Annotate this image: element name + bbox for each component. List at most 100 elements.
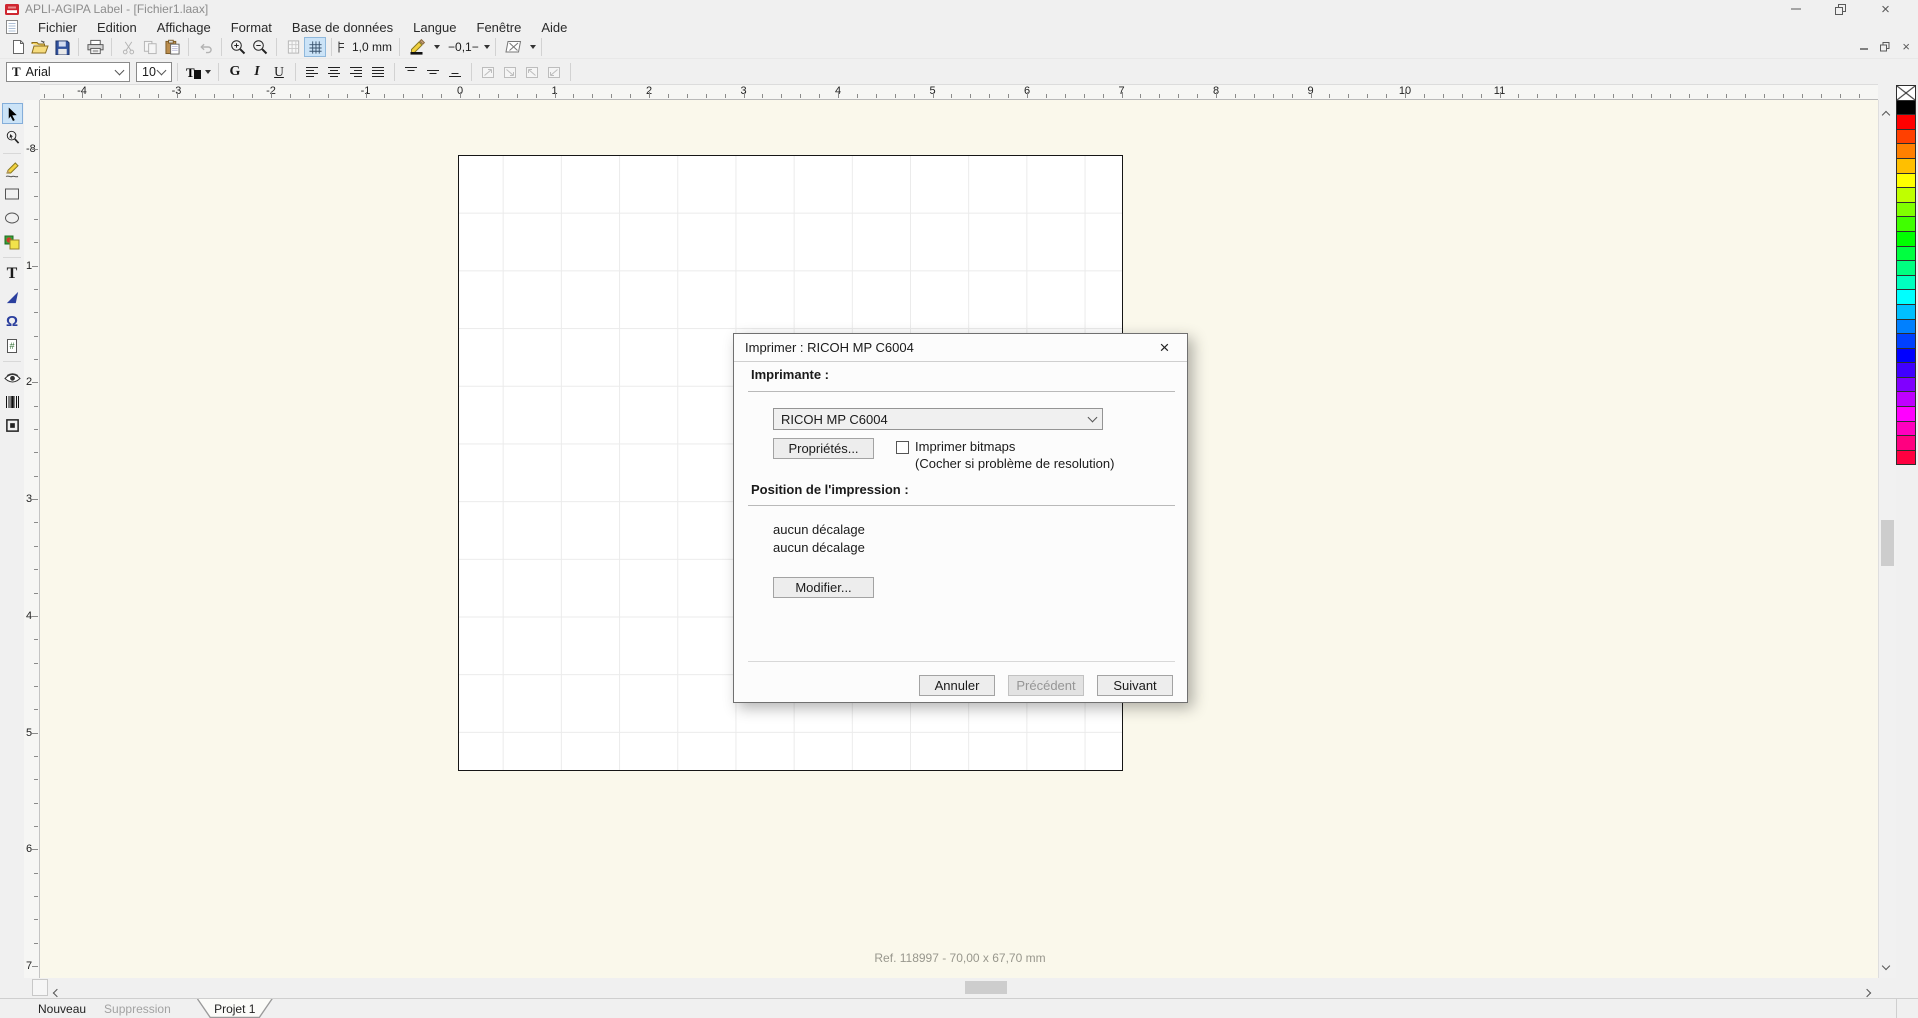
color-swatch[interactable]: [1896, 333, 1916, 349]
rotate-text-90-button[interactable]: [499, 62, 521, 82]
dialog-title-bar[interactable]: Imprimer : RICOH MP C6004 ×: [734, 334, 1187, 362]
text-tool[interactable]: T: [2, 263, 23, 284]
color-swatch[interactable]: [1896, 216, 1916, 232]
rotate-text-270-button[interactable]: [543, 62, 565, 82]
color-swatch[interactable]: [1896, 319, 1916, 335]
printer-select[interactable]: RICOH MP C6004: [773, 408, 1103, 430]
copy-button[interactable]: [139, 37, 161, 57]
ellipse-tool[interactable]: [2, 207, 23, 228]
menu-item-fenetre[interactable]: Fenêtre: [467, 20, 532, 35]
bold-button[interactable]: G: [224, 62, 246, 82]
minimize-button[interactable]: [1773, 1, 1818, 17]
cut-button[interactable]: [117, 37, 139, 57]
align-justify-button[interactable]: [367, 62, 389, 82]
fill-color-button[interactable]: [501, 37, 527, 57]
color-swatch-transparent[interactable]: [1896, 85, 1916, 101]
tab-suppression[interactable]: Suppression: [104, 1002, 171, 1016]
color-swatch[interactable]: [1896, 114, 1916, 130]
rectangle-tool[interactable]: [2, 183, 23, 204]
modify-button[interactable]: Modifier...: [773, 577, 874, 598]
valign-top-button[interactable]: [400, 62, 422, 82]
tab-nouveau[interactable]: Nouveau: [38, 1002, 86, 1016]
scroll-right-icon[interactable]: [1864, 984, 1870, 999]
wordart-tool[interactable]: [2, 287, 23, 308]
color-swatch[interactable]: [1896, 275, 1916, 291]
color-swatch[interactable]: [1896, 129, 1916, 145]
color-swatch[interactable]: [1896, 187, 1916, 203]
font-family-select[interactable]: T Arial: [6, 62, 130, 82]
underline-button[interactable]: U: [268, 62, 290, 82]
save-button[interactable]: [51, 37, 73, 57]
color-swatch[interactable]: [1896, 362, 1916, 378]
color-swatch[interactable]: [1896, 391, 1916, 407]
bitmap-checkbox[interactable]: [896, 441, 909, 454]
color-swatch[interactable]: [1896, 348, 1916, 364]
restore-button[interactable]: [1818, 1, 1863, 17]
color-swatch[interactable]: [1896, 289, 1916, 305]
line-width-dropdown-icon[interactable]: [484, 45, 490, 49]
color-swatch[interactable]: [1896, 450, 1916, 466]
color-swatch[interactable]: [1896, 406, 1916, 422]
counter-tool[interactable]: #: [2, 335, 23, 356]
document-icon[interactable]: [6, 20, 18, 34]
menu-item-aide[interactable]: Aide: [531, 20, 577, 35]
zoom-out-button[interactable]: [249, 37, 271, 57]
close-button[interactable]: ×: [1863, 1, 1908, 17]
color-swatch[interactable]: [1896, 260, 1916, 276]
color-swatch[interactable]: [1896, 173, 1916, 189]
rotate-text-180-button[interactable]: [521, 62, 543, 82]
clipart-tool[interactable]: [2, 231, 23, 252]
line-color-button[interactable]: [405, 37, 431, 57]
frame-tool[interactable]: [2, 415, 23, 436]
dialog-close-button[interactable]: ×: [1142, 334, 1187, 361]
grid-toggle-button[interactable]: [304, 37, 326, 57]
undo-button[interactable]: [194, 37, 216, 57]
symbol-tool[interactable]: Ω: [2, 311, 23, 332]
font-size-select[interactable]: 10: [136, 62, 172, 82]
preview-tool[interactable]: [2, 367, 23, 388]
bitmap-checkbox-label[interactable]: Imprimer bitmaps: [915, 439, 1015, 454]
color-swatch[interactable]: [1896, 421, 1916, 437]
scroll-down-icon[interactable]: [1883, 957, 1889, 972]
valign-bottom-button[interactable]: [444, 62, 466, 82]
menu-item-affichage[interactable]: Affichage: [147, 20, 221, 35]
italic-button[interactable]: I: [246, 62, 268, 82]
scroll-left-icon[interactable]: [54, 984, 60, 999]
fill-color-dropdown-icon[interactable]: [530, 45, 536, 49]
title-bar[interactable]: APLI-AGIPA Label - [Fichier1.laax] ×: [0, 0, 1918, 18]
color-swatch[interactable]: [1896, 100, 1916, 116]
rotate-text-0-button[interactable]: [477, 62, 499, 82]
font-color-button[interactable]: T: [183, 62, 213, 82]
menu-item-langue[interactable]: Langue: [403, 20, 466, 35]
menu-item-format[interactable]: Format: [221, 20, 282, 35]
align-right-button[interactable]: [345, 62, 367, 82]
color-swatch[interactable]: [1896, 246, 1916, 262]
color-swatch[interactable]: [1896, 377, 1916, 393]
zoom-tool[interactable]: [2, 127, 23, 148]
color-swatch[interactable]: [1896, 435, 1916, 451]
menu-item-fichier[interactable]: Fichier: [28, 20, 87, 35]
paste-button[interactable]: [161, 37, 183, 57]
scroll-up-icon[interactable]: [1883, 106, 1889, 121]
horizontal-scrollbar[interactable]: [0, 978, 1918, 998]
open-file-button[interactable]: [29, 37, 51, 57]
previous-button[interactable]: Précédent: [1008, 675, 1084, 696]
pencil-tool[interactable]: [2, 159, 23, 180]
color-swatch[interactable]: [1896, 143, 1916, 159]
color-swatch[interactable]: [1896, 231, 1916, 247]
color-swatch[interactable]: [1896, 202, 1916, 218]
color-swatch[interactable]: [1896, 158, 1916, 174]
valign-middle-button[interactable]: [422, 62, 444, 82]
menu-item-edition[interactable]: Edition: [87, 20, 147, 35]
barcode-tool[interactable]: [2, 391, 23, 412]
line-width-value[interactable]: −0,1−: [448, 40, 479, 54]
select-tool[interactable]: [2, 103, 23, 124]
color-swatch[interactable]: [1896, 304, 1916, 320]
menu-item-basededonnees[interactable]: Base de données: [282, 20, 403, 35]
horizontal-scroll-thumb[interactable]: [965, 981, 1007, 994]
tab-projet-1[interactable]: Projet 1: [197, 999, 273, 1018]
vertical-scroll-thumb[interactable]: [1881, 520, 1894, 566]
line-color-dropdown-icon[interactable]: [434, 45, 440, 49]
new-document-button[interactable]: [7, 37, 29, 57]
print-button[interactable]: [84, 37, 106, 57]
